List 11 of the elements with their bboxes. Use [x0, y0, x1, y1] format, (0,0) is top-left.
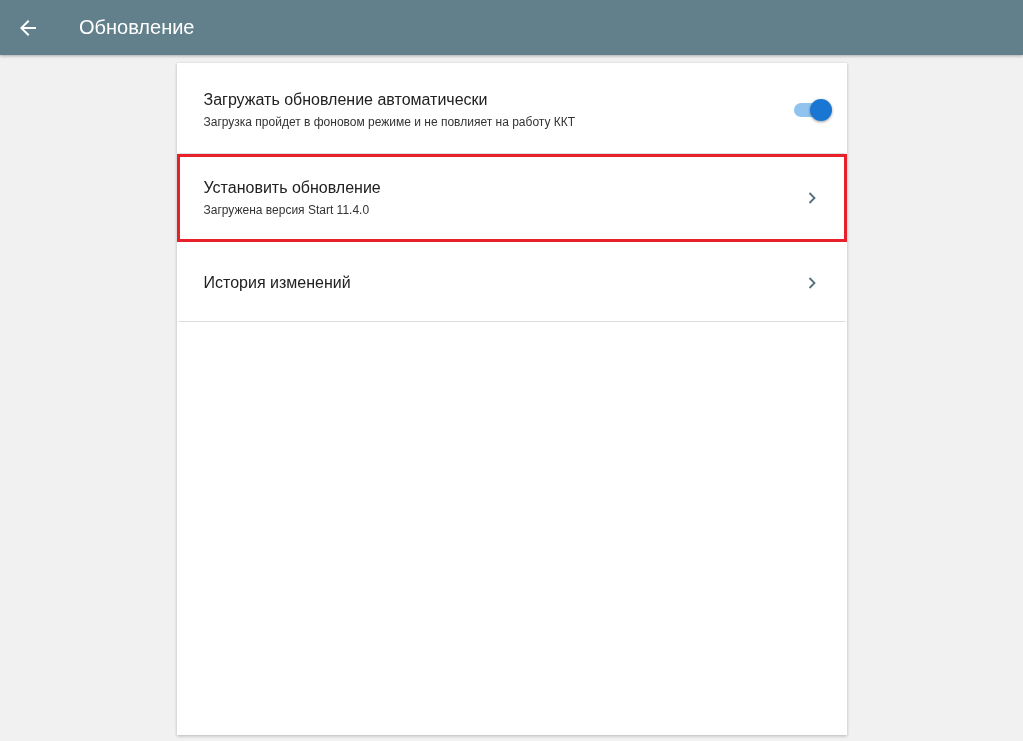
chevron-right-icon	[807, 277, 816, 289]
settings-row[interactable]: Загружать обновление автоматически Загрузка пройдет в фоновом режиме и не повлияет на работу ККТ	[176, 63, 847, 154]
setting-title: Установить обновление	[203, 179, 382, 197]
setting-title: История изменений	[203, 274, 352, 292]
page-title: Обновление	[79, 16, 195, 39]
settings-row[interactable]: История изменений	[176, 242, 847, 322]
chevron-right-icon	[807, 192, 816, 204]
setting-subtitle: Загрузка пройдет в фоновом режиме и не повлияет на работу ККТ	[203, 114, 577, 129]
settings-row[interactable]: Установить обновление Загружена версия Start 11.4.0	[176, 154, 847, 242]
setting-title: Загружать обновление автоматически	[203, 90, 489, 109]
setting-subtitle: Загружена версия Start 11.4.0	[203, 203, 371, 217]
